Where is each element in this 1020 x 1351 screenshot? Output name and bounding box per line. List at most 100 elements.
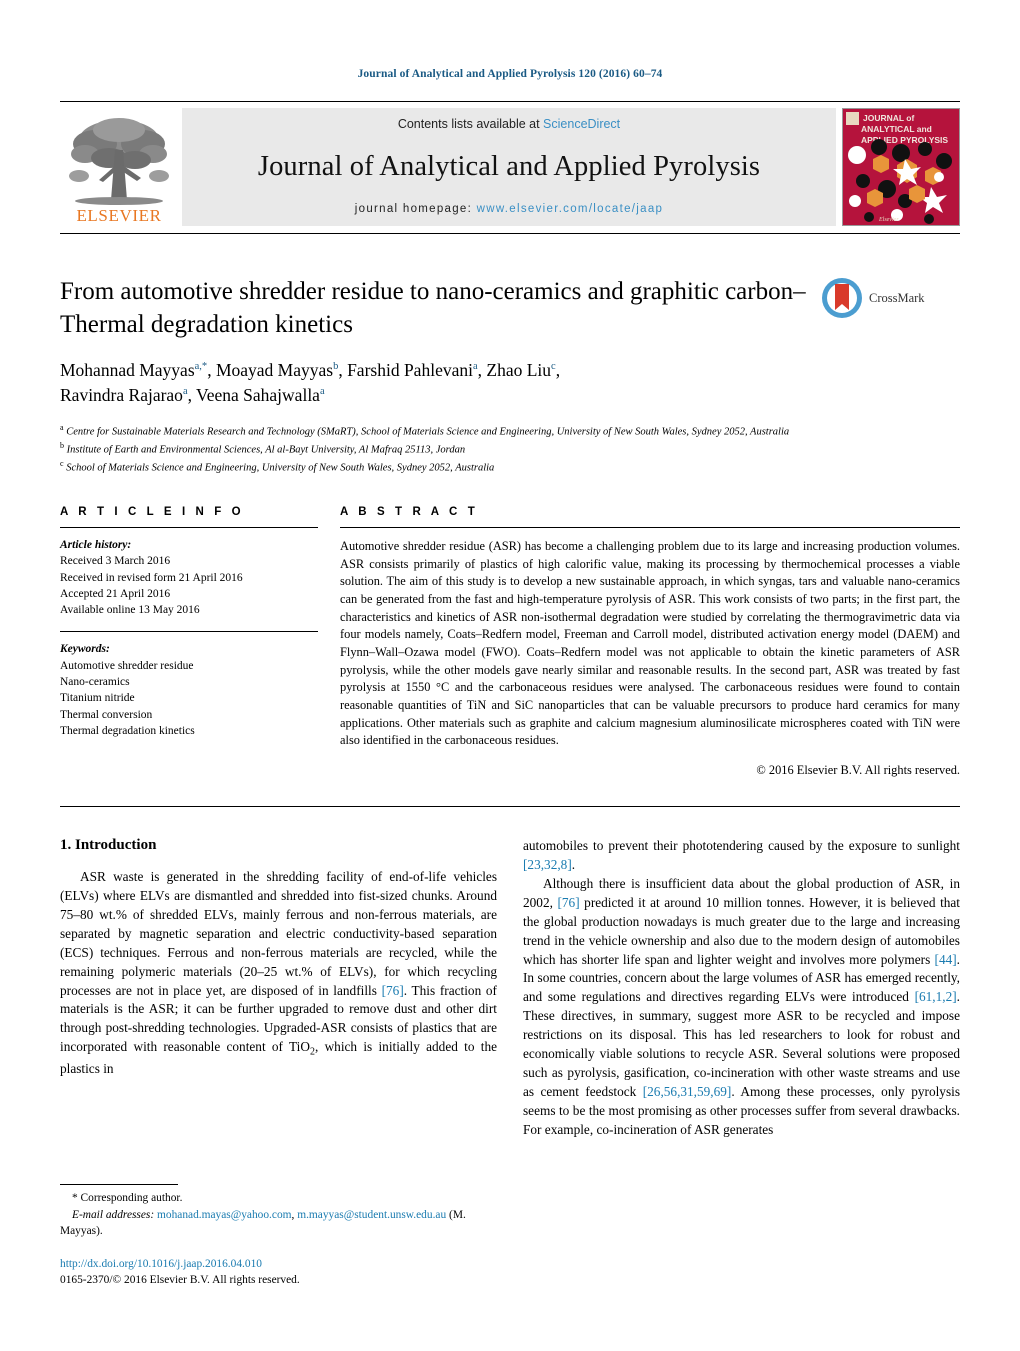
title-block: CrossMark From automotive shredder resid… bbox=[60, 276, 960, 476]
corresponding-author-note: * Corresponding author. bbox=[72, 1192, 183, 1205]
affiliation-c-text: School of Materials Science and Engineer… bbox=[66, 462, 495, 474]
body-column-left: 1. Introduction ASR waste is generated i… bbox=[60, 837, 497, 1140]
keywords-rule bbox=[60, 631, 318, 633]
elsevier-wordmark: ELSEVIER bbox=[76, 206, 162, 225]
keyword-item-1: Automotive shredder residue bbox=[60, 659, 194, 672]
header-rule-bottom bbox=[60, 233, 960, 234]
header-rule-top bbox=[60, 101, 960, 102]
intro-right-text-2b: predicted it at around 10 million tonnes… bbox=[523, 894, 961, 967]
elsevier-logo: ELSEVIER bbox=[60, 108, 178, 226]
svg-text:JOURNAL of: JOURNAL of bbox=[863, 113, 914, 123]
history-item-accepted: Accepted 21 April 2016 bbox=[60, 587, 171, 600]
author-6: , Veena Sahajwalla bbox=[187, 385, 320, 406]
section-number: 1. bbox=[60, 836, 72, 853]
abstract-copyright: © 2016 Elsevier B.V. All rights reserved… bbox=[756, 762, 960, 777]
doi-block: http://dx.doi.org/10.1016/j.jaap.2016.04… bbox=[60, 1256, 492, 1289]
affiliation-c-marker: c bbox=[60, 458, 64, 468]
affiliation-b-text: Institute of Earth and Environmental Sci… bbox=[66, 444, 466, 456]
affiliation-a-text: Centre for Sustainable Materials Researc… bbox=[66, 426, 790, 438]
abstract-rule bbox=[340, 526, 960, 528]
body-column-right: automobiles to prevent their phototender… bbox=[523, 837, 960, 1140]
section-title-text: Introduction bbox=[75, 836, 157, 853]
citation-26-56-31-59-69[interactable]: [26,56,31,59,69] bbox=[643, 1084, 732, 1099]
citation-76-right[interactable]: [76] bbox=[557, 895, 579, 910]
affiliation-b-marker: b bbox=[60, 440, 64, 450]
affiliation-b: b Institute of Earth and Environmental S… bbox=[60, 440, 810, 458]
homepage-link[interactable]: www.elsevier.com/locate/jaap bbox=[477, 203, 664, 215]
running-head: Journal of Analytical and Applied Pyroly… bbox=[357, 68, 663, 80]
citation-44[interactable]: [44] bbox=[935, 952, 957, 967]
svg-text:Elsevier: Elsevier bbox=[878, 217, 899, 223]
affiliation-c: c School of Materials Science and Engine… bbox=[60, 458, 810, 476]
section-heading-introduction: 1. Introduction bbox=[60, 837, 497, 854]
doi-link[interactable]: http://dx.doi.org/10.1016/j.jaap.2016.04… bbox=[60, 1256, 492, 1273]
author-5: Ravindra Rajarao bbox=[60, 385, 183, 406]
article-info-column: A R T I C L E I N F O Article history: R… bbox=[60, 506, 318, 778]
intro-paragraph-left: ASR waste is generated in the shredding … bbox=[60, 868, 497, 1079]
article-history: Article history: Received 3 March 2016 R… bbox=[60, 537, 318, 619]
citation-61-1-2[interactable]: [61,1,2] bbox=[915, 989, 957, 1004]
author-6-sup: a bbox=[319, 386, 325, 398]
issn-copyright-line: 0165-2370/© 2016 Elsevier B.V. All right… bbox=[60, 1274, 300, 1287]
journal-masthead: ELSEVIER Contents lists available at Sci… bbox=[60, 108, 960, 226]
page-title: From automotive shredder residue to nano… bbox=[60, 278, 806, 338]
history-item-online: Available online 13 May 2016 bbox=[60, 604, 200, 617]
affiliation-a: a Centre for Sustainable Materials Resea… bbox=[60, 422, 810, 440]
abstract-heading: A B S T R A C T bbox=[340, 505, 479, 518]
article-info-heading: A R T I C L E I N F O bbox=[60, 505, 245, 518]
crossmark-label: CrossMark bbox=[869, 290, 925, 305]
keyword-item-5: Thermal degradation kinetics bbox=[60, 725, 195, 738]
abstract-bottom-rule bbox=[60, 805, 960, 807]
intro-right-text-2d: . These directives, in summary, suggest … bbox=[523, 989, 960, 1100]
cover-artwork-icon: JOURNAL of ANALYTICAL and APPLIED PYROLY… bbox=[843, 109, 959, 225]
crossmark-badge[interactable]: CrossMark bbox=[820, 270, 960, 326]
author-2: , Moayad Mayyas bbox=[207, 360, 334, 380]
elsevier-tree-icon bbox=[69, 118, 169, 205]
intro-right-text-1a: automobiles to prevent their phototender… bbox=[523, 837, 960, 853]
keyword-list: Keywords: Automotive shredder residue Na… bbox=[60, 641, 318, 739]
svg-text:ANALYTICAL and: ANALYTICAL and bbox=[861, 124, 932, 134]
intro-paragraph-right-2: Although there is insufficient data abou… bbox=[523, 875, 960, 1140]
history-item-received: Received 3 March 2016 bbox=[60, 555, 171, 568]
abstract-text: Automotive shredder residue (ASR) has be… bbox=[340, 538, 960, 748]
footnote-block: * Corresponding author. E-mail addresses… bbox=[60, 1184, 492, 1289]
author-1: Mohannad Mayyas bbox=[60, 360, 195, 380]
sciencedirect-link[interactable]: ScienceDirect bbox=[543, 117, 620, 131]
email-link-2[interactable]: m.mayyas@student.unsw.edu.au bbox=[297, 1209, 446, 1221]
article-page: Journal of Analytical and Applied Pyroly… bbox=[0, 0, 1020, 1351]
keyword-item-4: Thermal conversion bbox=[60, 708, 153, 721]
contents-available-line: Contents lists available at ScienceDirec… bbox=[398, 117, 620, 131]
affiliation-list: a Centre for Sustainable Materials Resea… bbox=[60, 422, 810, 476]
citation-23-32-8[interactable]: [23,32,8] bbox=[523, 857, 572, 872]
keyword-item-3: Titanium nitride bbox=[60, 692, 135, 705]
footnote-rule bbox=[60, 1184, 178, 1186]
journal-homepage-line: journal homepage: www.elsevier.com/locat… bbox=[355, 203, 663, 215]
author-line1-end: , bbox=[555, 360, 561, 380]
keyword-item-2: Nano-ceramics bbox=[60, 676, 130, 689]
article-history-label: Article history: bbox=[60, 538, 132, 551]
author-3: , Farshid Pahlevani bbox=[338, 360, 473, 380]
journal-cover-thumbnail: JOURNAL of ANALYTICAL and APPLIED PYROLY… bbox=[842, 108, 960, 226]
history-item-revised: Received in revised form 21 April 2016 bbox=[60, 571, 243, 584]
affiliation-a-marker: a bbox=[60, 422, 64, 432]
author-1-sup: a,* bbox=[194, 361, 208, 373]
keywords-label: Keywords: bbox=[60, 643, 110, 656]
masthead-center-panel: Contents lists available at ScienceDirec… bbox=[182, 108, 836, 226]
crossmark-icon bbox=[822, 278, 862, 318]
citation-76-left[interactable]: [76] bbox=[382, 983, 404, 998]
email-link-1[interactable]: mohanad.mayas@yahoo.com bbox=[157, 1209, 292, 1221]
intro-left-text-a: ASR waste is generated in the shredding … bbox=[60, 868, 497, 998]
article-info-rule bbox=[60, 526, 318, 528]
email-label: E-mail addresses: bbox=[72, 1208, 155, 1221]
intro-paragraph-right-1: automobiles to prevent their phototender… bbox=[523, 837, 960, 875]
journal-title: Journal of Analytical and Applied Pyroly… bbox=[257, 151, 761, 183]
email-addresses-line: E-mail addresses: mohanad.mayas@yahoo.co… bbox=[60, 1207, 492, 1239]
author-list: Mohannad Mayyasa,*, Moayad Mayyasb, Fars… bbox=[60, 358, 810, 409]
homepage-prefix: journal homepage: bbox=[354, 203, 477, 215]
intro-right-text-1b: . bbox=[571, 856, 576, 872]
body-columns: 1. Introduction ASR waste is generated i… bbox=[60, 837, 960, 1140]
info-abstract-section: A R T I C L E I N F O Article history: R… bbox=[60, 506, 960, 778]
contents-prefix: Contents lists available at bbox=[397, 117, 544, 131]
author-4: , Zhao Liu bbox=[477, 360, 552, 380]
abstract-column: A B S T R A C T Automotive shredder resi… bbox=[340, 506, 960, 778]
